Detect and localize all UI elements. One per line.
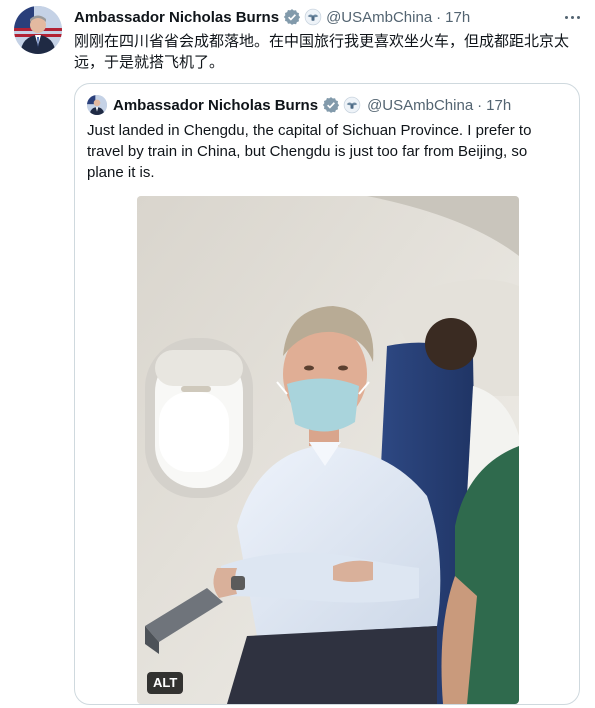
tweet[interactable]: Ambassador Nicholas Burns @USAmbChina · … xyxy=(0,0,595,708)
timestamp[interactable]: 17h xyxy=(445,9,470,26)
quoted-author-avatar xyxy=(87,95,107,115)
tweet-text: 刚刚在四川省省会成都落地。在中国旅行我更喜欢坐火车，但成都距北京太 远，于是就搭… xyxy=(74,31,579,73)
alt-text-badge[interactable]: ALT xyxy=(147,672,184,694)
author-avatar[interactable] xyxy=(14,6,62,54)
quoted-text-line: plane it is. xyxy=(87,164,155,181)
tweet-text-line: 远，于是就搭飞机了。 xyxy=(74,53,225,71)
author-name[interactable]: Ambassador Nicholas Burns xyxy=(74,9,279,26)
tweet-text-line: 刚刚在四川省省会成都落地。在中国旅行我更喜欢坐火车，但成都距北京太 xyxy=(74,32,570,50)
us-government-seal-icon xyxy=(343,96,361,114)
quoted-author-handle: @USAmbChina xyxy=(367,96,474,114)
separator-dot: · xyxy=(436,8,442,26)
quoted-author-name: Ambassador Nicholas Burns xyxy=(113,96,319,114)
more-options-icon[interactable] xyxy=(560,8,584,26)
tweet-header: Ambassador Nicholas Burns @USAmbChina · … xyxy=(74,6,470,28)
quoted-text-line: travel by train in China, but Chengdu is… xyxy=(87,143,528,160)
verified-badge-icon[interactable] xyxy=(283,8,301,26)
author-handle[interactable]: @USAmbChina xyxy=(326,9,432,26)
quoted-tweet[interactable]: Ambassador Nicholas Burns @USAmbChina · … xyxy=(74,83,580,705)
quoted-tweet-header: Ambassador Nicholas Burns @USAmbChina · … xyxy=(87,94,511,116)
quoted-text-line: Just landed in Chengdu, the capital of S… xyxy=(87,122,532,139)
us-government-seal-icon[interactable] xyxy=(304,8,322,26)
quoted-tweet-text: Just landed in Chengdu, the capital of S… xyxy=(87,120,567,183)
separator-dot: · xyxy=(477,96,483,114)
quoted-timestamp: 17h xyxy=(486,96,512,114)
photo-illustration xyxy=(137,196,519,704)
verified-badge-icon xyxy=(322,96,340,114)
tweet-photo[interactable]: ALT xyxy=(137,196,519,704)
